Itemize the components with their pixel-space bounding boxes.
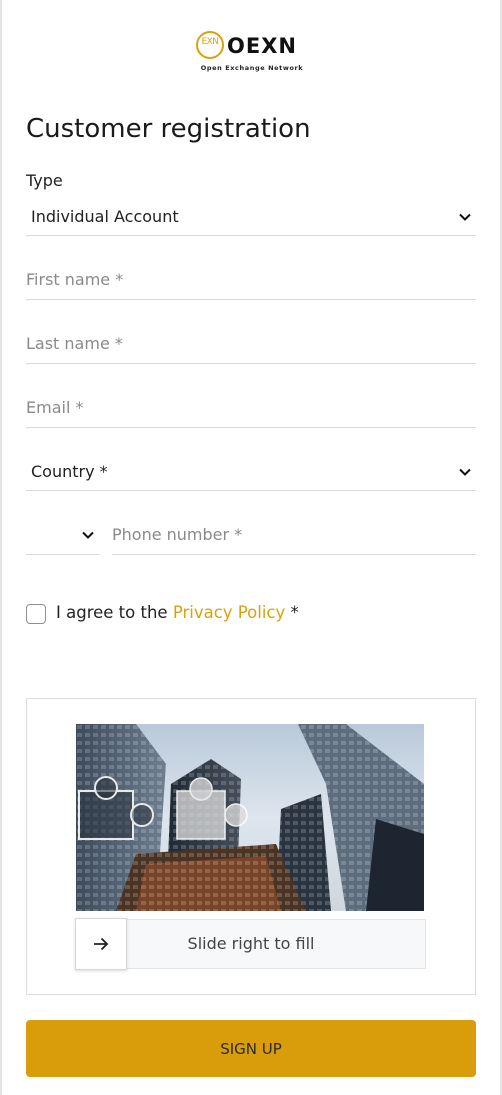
window-border-left	[0, 0, 2, 1095]
chevron-down-icon	[459, 213, 471, 221]
chevron-down-icon	[82, 531, 94, 539]
captcha-puzzle-image	[76, 724, 424, 911]
privacy-policy-link[interactable]: Privacy Policy	[173, 603, 285, 622]
captcha-slider-handle[interactable]	[75, 918, 127, 970]
type-label: Type	[26, 171, 63, 190]
last-name-field[interactable]: Last name *	[26, 326, 476, 364]
last-name-placeholder: Last name *	[26, 334, 123, 353]
privacy-agree-checkbox[interactable]	[26, 604, 46, 624]
logo-wordmark: OEXN	[227, 34, 297, 58]
first-name-placeholder: First name *	[26, 270, 124, 289]
oexn-logo: EXN OEXN Open Exchange Network	[196, 31, 308, 75]
captcha-slider-text: Slide right to fill	[187, 934, 315, 953]
country-select[interactable]: Country *	[26, 454, 476, 491]
agree-prefix: I agree to the	[56, 603, 173, 622]
agree-suffix: *	[285, 603, 299, 622]
arrow-right-icon	[94, 937, 109, 951]
first-name-field[interactable]: First name *	[26, 262, 476, 300]
page-title: Customer registration	[26, 114, 311, 144]
privacy-agree-label: I agree to the Privacy Policy *	[56, 603, 299, 622]
chevron-down-icon	[459, 468, 471, 476]
sign-up-button[interactable]: SIGN UP	[26, 1020, 476, 1077]
logo-tagline: Open Exchange Network	[200, 64, 304, 72]
country-value: Country *	[31, 462, 108, 481]
email-field[interactable]: Email *	[26, 390, 476, 428]
phone-code-select[interactable]	[26, 518, 99, 555]
phone-number-placeholder: Phone number *	[112, 525, 243, 544]
logo-mark-text: EXN	[201, 37, 219, 47]
account-type-value: Individual Account	[31, 207, 179, 226]
account-type-select[interactable]: Individual Account	[26, 198, 476, 236]
phone-number-field[interactable]: Phone number *	[112, 518, 476, 555]
email-placeholder: Email *	[26, 398, 84, 417]
